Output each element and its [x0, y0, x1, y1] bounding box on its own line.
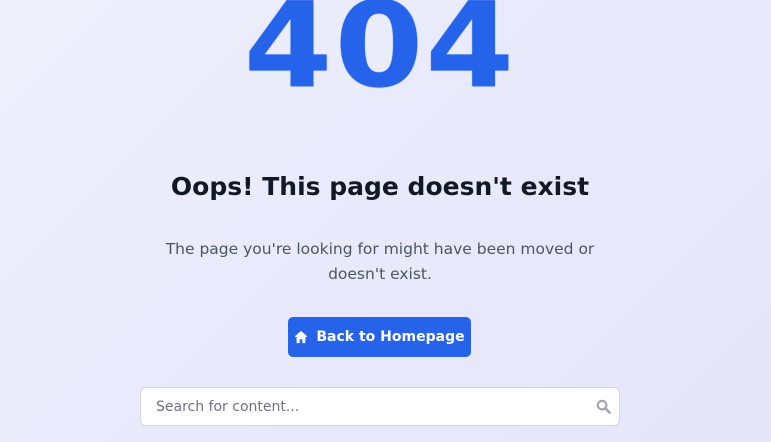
error-code: 404 [243, 0, 517, 114]
back-to-homepage-label: Back to Homepage [316, 329, 465, 345]
search-box [140, 387, 620, 426]
home-icon [295, 330, 308, 344]
error-message: The page you're looking for might have b… [165, 240, 595, 283]
search-input[interactable] [141, 388, 581, 425]
back-to-homepage-button[interactable]: Back to Homepage [288, 317, 471, 357]
search-icon[interactable] [596, 399, 611, 414]
page-title: Oops! This page doesn't exist [170, 172, 590, 201]
